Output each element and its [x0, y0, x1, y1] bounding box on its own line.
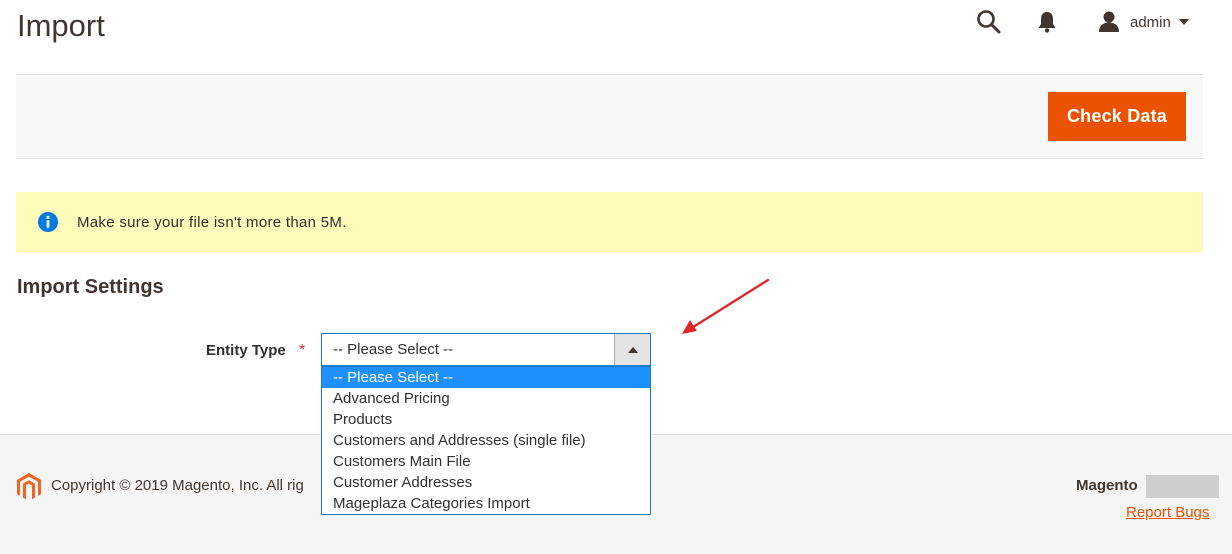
report-bugs-link[interactable]: Report Bugs	[1126, 504, 1209, 521]
required-indicator: *	[299, 342, 306, 359]
annotation-arrow-icon	[682, 278, 770, 334]
footer-brand: Magento	[1076, 477, 1138, 494]
entity-type-label: Entity Type	[206, 342, 286, 359]
notice-text: Make sure your file isn't more than 5M.	[77, 213, 347, 231]
entity-type-option[interactable]: Customer Addresses	[322, 472, 650, 493]
page-actions-bar	[16, 74, 1203, 159]
magento-logo-icon	[17, 473, 41, 500]
entity-type-options: -- Please Select -- Advanced Pricing Pro…	[321, 366, 651, 515]
entity-type-option[interactable]: Customers Main File	[322, 451, 650, 472]
chevron-up-icon	[627, 346, 638, 353]
info-icon	[38, 212, 58, 232]
notice-message: Make sure your file isn't more than 5M.	[16, 192, 1203, 252]
section-title-import-settings: Import Settings	[17, 276, 164, 298]
version-redacted	[1146, 475, 1219, 498]
select-toggle[interactable]	[614, 334, 650, 365]
entity-type-option[interactable]: -- Please Select --	[322, 367, 650, 388]
check-data-button[interactable]: Check Data	[1048, 92, 1186, 141]
user-menu[interactable]: admin	[1096, 9, 1189, 35]
entity-type-select[interactable]: -- Please Select --	[321, 333, 651, 366]
copyright-text: Copyright © 2019 Magento, Inc. All rig	[51, 477, 304, 494]
entity-type-option[interactable]: Mageplaza Categories Import	[322, 493, 650, 514]
page-title: Import	[17, 8, 105, 43]
entity-type-option[interactable]: Products	[322, 409, 650, 430]
chevron-down-icon	[1178, 19, 1189, 25]
entity-type-option[interactable]: Advanced Pricing	[322, 388, 650, 409]
search-icon[interactable]	[976, 9, 1006, 39]
bell-icon[interactable]	[1036, 10, 1062, 38]
entity-type-selected-value: -- Please Select --	[333, 341, 454, 358]
entity-type-option[interactable]: Customers and Addresses (single file)	[322, 430, 650, 451]
user-icon	[1099, 11, 1119, 32]
user-name: admin	[1130, 13, 1171, 31]
